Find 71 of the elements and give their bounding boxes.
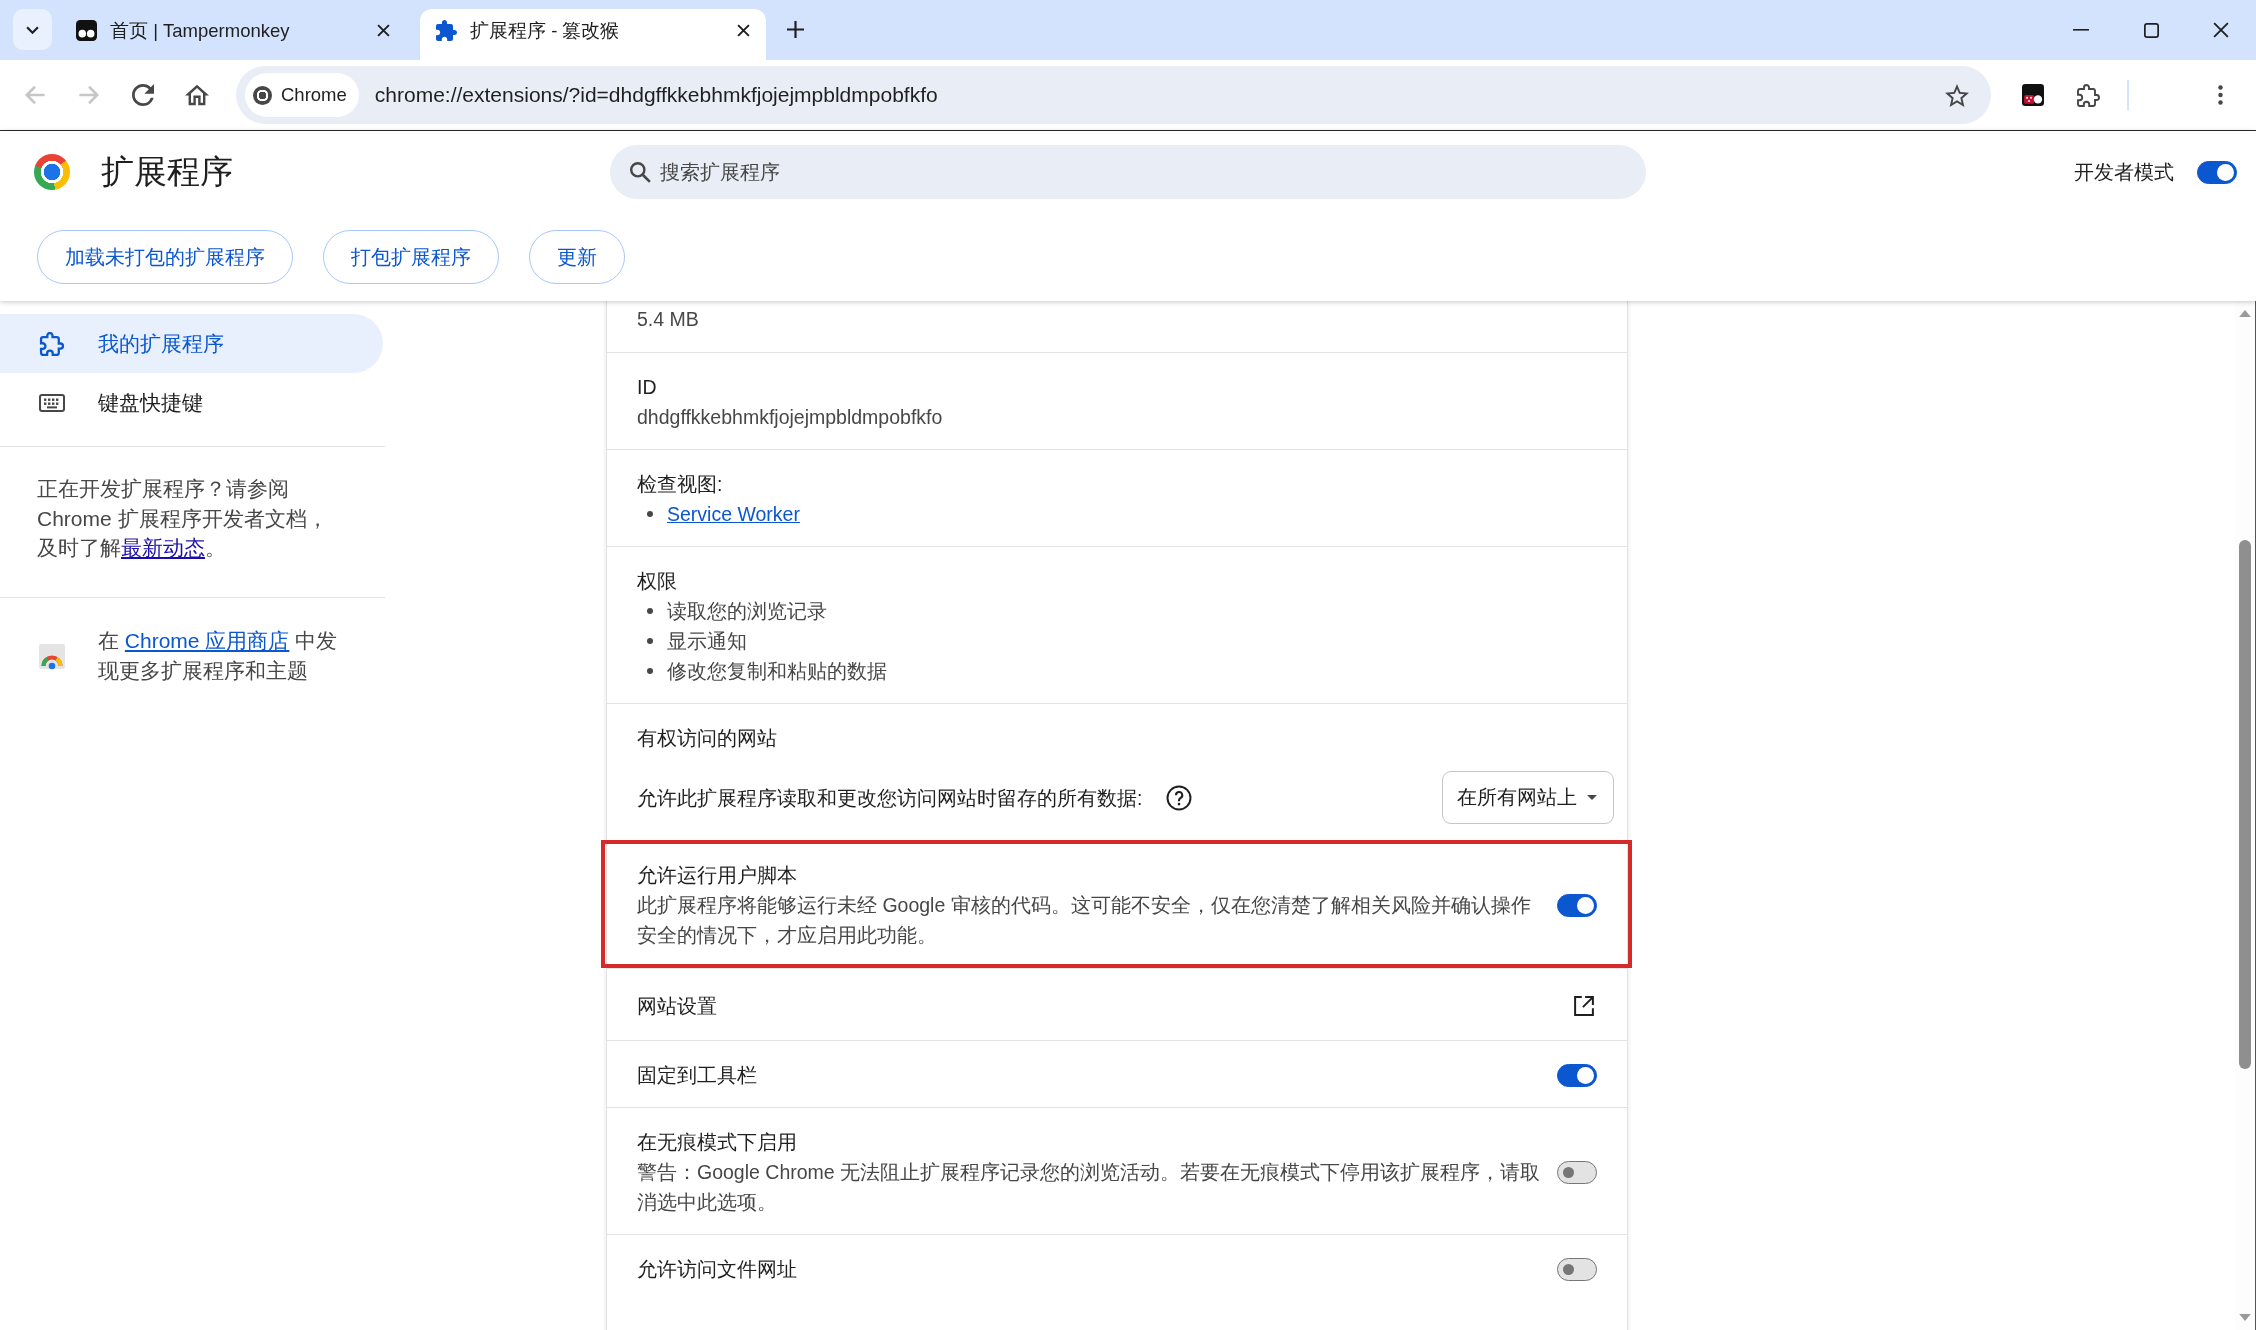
plus-icon[interactable] [787,21,804,38]
inspect-view-link[interactable]: Service Worker [667,499,800,529]
two-circles-logo-icon [76,20,97,41]
search-icon [629,161,651,183]
search-field[interactable]: 搜索扩展程序 [610,145,1646,199]
toggle-switch[interactable] [1557,1257,1597,1281]
puzzle-icon [39,331,65,356]
minimize-icon[interactable] [2073,29,2089,31]
home-icon[interactable] [185,84,209,106]
bullet-icon [647,638,653,644]
bullet-icon [647,511,653,517]
site-access-dropdown[interactable]: 在所有网站上 [1442,771,1614,824]
caret-icon [1587,795,1597,800]
star-icon[interactable] [1945,83,1969,107]
reload-icon[interactable] [131,84,155,106]
browser-tab[interactable]: 扩展程序 - 篡改猴 [420,9,766,60]
toggle-switch[interactable] [1557,1063,1597,1087]
field-label: ID [637,375,658,400]
scrollbar-thumb[interactable] [2239,540,2251,1069]
site-access-text: 允许此扩展程序读取和更改您访问网站时留存的所有数据: [637,785,1143,811]
field-value: dhdgffkkebhmkfjojejmpbldmpobfkfo [637,405,944,430]
chrome-logo-icon [34,154,70,190]
shopping-bag-icon [38,641,66,670]
permission-text: 读取您的浏览记录 [667,599,827,624]
action-button[interactable]: 加载未打包的扩展程序 [37,230,293,284]
puzzle-icon[interactable] [2077,83,2100,107]
setting-title: 允许访问文件网址 [637,1257,798,1282]
setting-description: 此扩展程序将能够运行未经 Google 审核的代码。这可能不安全，仅在您清楚了解相关风险并确认操作安全的情况下，才应启用此功能。 [637,893,1532,948]
section-label: 权限 [637,569,678,594]
setting-description: 警告：Google Chrome 无法阻止扩展程序记录您的浏览活动。若要在无痕模式下停用该扩展程序，请取消选中此选项。 [637,1160,1542,1215]
toggle-switch[interactable] [1557,893,1597,917]
toggle-switch[interactable] [2197,160,2237,184]
close-icon[interactable] [377,24,390,37]
action-button[interactable]: 打包扩展程序 [323,230,499,284]
latest-news-link[interactable]: 最新动态 [121,536,205,559]
section-label: 有权访问的网站 [637,726,778,751]
extension-logo-icon[interactable] [2022,84,2044,106]
setting-title: 固定到工具栏 [637,1063,758,1088]
question-circle-icon[interactable] [1166,784,1193,811]
sidebar-item[interactable]: 键盘快捷键 [0,373,383,432]
bullet-icon [647,668,653,674]
page-title: 扩展程序 [101,151,233,192]
permission-text: 修改您复制和粘贴的数据 [667,659,887,684]
browser-tab[interactable]: 首页 | Tampermonkey [60,9,406,60]
permission-text: 显示通知 [667,629,747,654]
url-text: chrome://extensions/?id=dhdgffkkebhmkfjojejmpbldmpobfkfo [374,83,938,107]
setting-title: 允许运行用户脚本 [637,863,798,888]
sidebar-item[interactable]: 我的扩展程序 [0,314,383,373]
developer-note: 正在开发扩展程序？请参阅 Chrome 扩展程序开发者文档，及时了解最新动态。 [37,476,329,561]
bullet-icon [647,608,653,614]
setting-title: 网站设置 [637,994,717,1019]
three-dots-menu-icon[interactable] [2218,85,2223,105]
address-bar[interactable]: Chrome chrome://extensions/?id=dhdgffkkebhmkfjojejmpbldmpobfkfo [236,66,1991,124]
field-value: 5.4 MB [637,307,700,332]
external-link-icon[interactable] [1574,996,1594,1016]
chrome-logo-icon [253,85,272,105]
triangle-down-icon[interactable] [2239,1314,2251,1321]
action-button[interactable]: 更新 [529,230,625,284]
chevron-down-icon [26,25,39,34]
close-icon[interactable] [2213,22,2229,38]
triangle-up-icon[interactable] [2239,310,2251,317]
setting-title: 在无痕模式下启用 [637,1130,798,1155]
developer-mode-label: 开发者模式 [2074,159,2174,185]
toggle-switch[interactable] [1557,1160,1597,1184]
close-icon[interactable] [737,24,750,37]
puzzle-icon [436,20,457,41]
store-link[interactable]: Chrome 应用商店 [124,628,290,652]
section-label: 检查视图: [637,472,724,497]
maximize-icon[interactable] [2143,22,2159,38]
site-info-chip[interactable]: Chrome [245,73,359,117]
store-note: 在 Chrome 应用商店 中发现更多扩展程序和主题 [98,627,339,684]
